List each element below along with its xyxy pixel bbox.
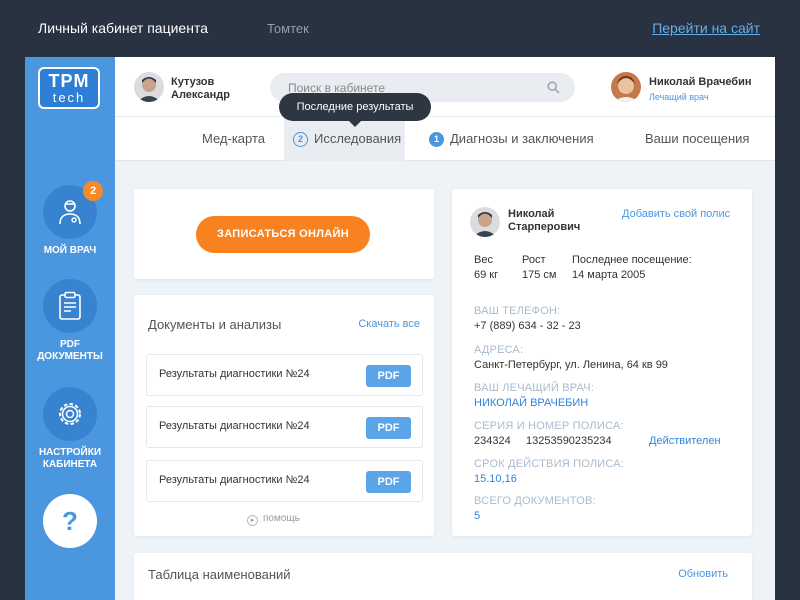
sidebar: TPM tech 2 МОЙ ВРАЧ PDF ДОКУМЕНТЫ НАСТРО…: [25, 57, 115, 600]
header: Кутузов Александр Николай Врачебин Лечащ…: [115, 57, 775, 117]
policy-term-label: СРОК ДЕЙСТВИЯ ПОЛИСА:: [474, 458, 625, 470]
doctor-icon: [59, 200, 81, 225]
document-row: Результаты диагностики №24 PDF: [146, 354, 423, 396]
address-value: Санкт-Петербург, ул. Ленина, 64 кв 99: [474, 359, 668, 371]
pdf-button[interactable]: PDF: [366, 417, 411, 439]
tab-label: Ваши посещения: [645, 131, 750, 146]
items-table-card: Таблица наименований Обновить: [134, 553, 752, 600]
sidebar-item-settings[interactable]: НАСТРОЙКИ КАБИНЕТА: [25, 387, 115, 471]
patient-first-name: Николай: [508, 208, 555, 220]
policy-term-value: 15.10,16: [474, 473, 517, 485]
logo-text-bottom: tech: [52, 90, 86, 105]
address-label: АДРЕСА:: [474, 344, 524, 356]
documents-card: Документы и анализы Скачать все Результа…: [134, 295, 434, 536]
documents-count-value: 5: [474, 510, 481, 522]
height-value: 175 см: [522, 269, 557, 281]
patient-last-name: Старперович: [508, 221, 581, 233]
clipboard-icon: [59, 291, 81, 320]
help-link[interactable]: ▸ помощь: [247, 513, 300, 526]
sidebar-item-label: НАСТРОЙКИ КАБИНЕТА: [38, 447, 102, 470]
last-visit-label: Последнее посещение:: [572, 254, 692, 266]
tab-label: Мед-карта: [202, 131, 266, 146]
help-icon: ?: [43, 494, 97, 548]
tab-label: Диагнозы и заключения: [450, 131, 594, 146]
gear-icon: [59, 403, 81, 425]
tab-visits[interactable]: Ваши посещения: [645, 117, 749, 161]
doctor-name[interactable]: Николай Врачебин: [649, 76, 752, 88]
doctor-role: Лечащий врач: [649, 92, 709, 102]
go-to-site-link[interactable]: Перейти на сайт: [652, 20, 760, 36]
weight-label: Вес: [474, 254, 493, 266]
tab-counter: 1: [429, 132, 444, 147]
height-label: Рост: [522, 254, 546, 266]
tab-counter: 2: [293, 132, 308, 147]
user-name: Кутузов Александр: [171, 76, 230, 102]
app-window: TPM tech 2 МОЙ ВРАЧ PDF ДОКУМЕНТЫ НАСТРО…: [25, 57, 775, 600]
company-name: Томтек: [267, 21, 309, 36]
refresh-link[interactable]: Обновить: [678, 568, 728, 580]
phone-value: +7 (889) 634 - 32 - 23: [474, 320, 581, 332]
search-icon[interactable]: [547, 81, 560, 94]
patient-avatar: [470, 207, 500, 237]
nav-circle: [43, 279, 97, 333]
tab-bar: Мед-карта 2 Исследования 1 Диагнозы и закл…: [115, 117, 775, 161]
download-all-link[interactable]: Скачать все: [358, 318, 420, 330]
profile-card: Николай Старперович Добавить свой полис …: [452, 189, 752, 536]
document-row: Результаты диагностики №24 PDF: [146, 460, 423, 502]
table-title: Таблица наименований: [148, 567, 291, 582]
sidebar-item-help[interactable]: ?: [25, 494, 115, 548]
booking-card: ЗАПИСАТЬСЯ ОНЛАЙН: [134, 189, 434, 279]
play-icon: ▸: [247, 515, 258, 526]
phone-label: ВАШ ТЕЛЕФОН:: [474, 305, 561, 317]
help-label: помощь: [263, 513, 300, 524]
document-row: Результаты диагностики №24 PDF: [146, 406, 423, 448]
last-visit-value: 14 марта 2005: [572, 269, 646, 281]
top-bar: Личный кабинет пациента Томтек Перейти н…: [0, 0, 800, 57]
document-label: Результаты диагностики №24: [159, 368, 310, 380]
policy-label: СЕРИЯ И НОМЕР ПОЛИСА:: [474, 420, 624, 432]
policy-value: 234324 13253590235234: [474, 435, 612, 447]
patient-name: Николай Старперович: [508, 208, 580, 234]
user-first-name: Кутузов: [171, 76, 215, 88]
user-avatar[interactable]: [134, 72, 164, 102]
logo[interactable]: TPM tech: [38, 67, 100, 109]
tab-research[interactable]: 2 Исследования: [284, 117, 405, 161]
sidebar-item-my-doctor[interactable]: 2 МОЙ ВРАЧ: [25, 181, 115, 257]
documents-count-label: ВСЕГО ДОКУМЕНТОВ:: [474, 495, 596, 507]
nav-circle: 2: [43, 181, 103, 239]
pdf-button[interactable]: PDF: [366, 471, 411, 493]
tab-label: Исследования: [314, 131, 402, 146]
nav-circle: [43, 387, 97, 441]
tooltip: Последние результаты: [279, 93, 431, 127]
add-policy-link[interactable]: Добавить свой полис: [622, 208, 730, 220]
sidebar-item-label: МОЙ ВРАЧ: [43, 245, 97, 256]
tab-diagnoses[interactable]: 1 Диагнозы и заключения: [429, 117, 594, 161]
documents-title: Документы и анализы: [148, 317, 282, 332]
document-label: Результаты диагностики №24: [159, 474, 310, 486]
book-online-button[interactable]: ЗАПИСАТЬСЯ ОНЛАЙН: [196, 216, 370, 253]
sidebar-item-label: PDF ДОКУМЕНТЫ: [37, 339, 103, 362]
user-last-name: Александр: [171, 89, 230, 101]
logo-text-top: TPM: [48, 71, 90, 91]
weight-value: 69 кг: [474, 269, 499, 281]
app-title: Личный кабинет пациента: [38, 20, 208, 36]
sidebar-item-pdf-documents[interactable]: PDF ДОКУМЕНТЫ: [25, 279, 115, 363]
policy-status: Действителен: [649, 435, 721, 447]
doctor-link[interactable]: НИКОЛАЙ ВРАЧЕБИН: [474, 397, 588, 409]
notification-badge: 2: [83, 181, 103, 201]
doctor-avatar[interactable]: [611, 72, 641, 102]
document-label: Результаты диагностики №24: [159, 420, 310, 432]
doctor-label: ВАШ ЛЕЧАЩИЙ ВРАЧ:: [474, 382, 595, 394]
tab-med-card[interactable]: Мед-карта: [201, 117, 266, 161]
pdf-button[interactable]: PDF: [366, 365, 411, 387]
